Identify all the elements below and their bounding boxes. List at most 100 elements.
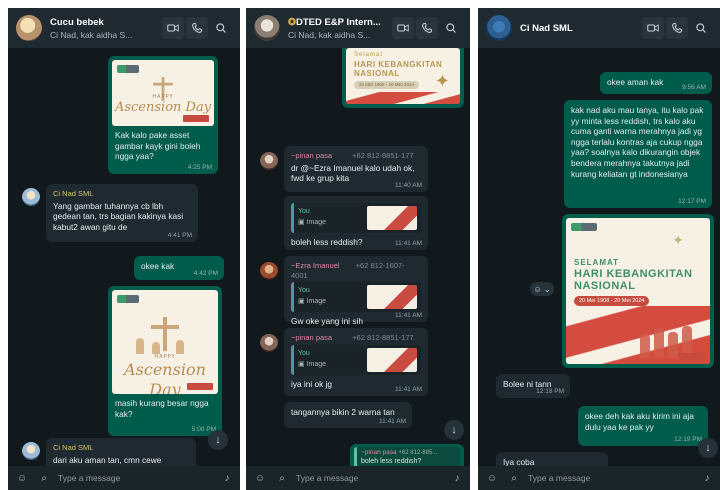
video-call-icon[interactable] [642,17,664,39]
message-text: tangannya bikin 2 warna tan [291,407,395,417]
message-bubble[interactable]: okee aman kak 9:56 AM [600,72,712,94]
message-time: 11:41 AM [395,239,422,247]
search-icon[interactable] [210,17,232,39]
ascension-day-poster[interactable]: HAPPY Ascension Day [112,60,214,126]
poster-selamat: SELAMAT [574,258,620,267]
image-message[interactable]: HAPPY Ascension Day Kak kalo pake asset … [108,56,218,174]
reaction-button[interactable]: ☺ ⌄ [530,282,554,296]
group-avatar[interactable] [254,15,280,41]
poster-date: 20 MEI 1908 - 20 MEI 2024 [354,81,420,89]
ascension-day-poster[interactable]: HAPPY Ascension Day [112,290,218,394]
chat-header-info[interactable]: ✪DTED E&P Intern... Ci Nad, kak aidha S.… [288,17,392,40]
figure-illustration [136,338,144,355]
sender-avatar[interactable] [260,262,278,280]
sender-name: ~Ezra Imanuel +62 812-1607-4001 [291,261,405,280]
chat-header-info[interactable]: Cucu bebek Ci Nad, kak aidha S... [50,17,162,40]
phone-icon[interactable] [416,17,438,39]
contact-avatar[interactable] [486,15,512,41]
message-bubble[interactable]: ~pinan pasa +62 812-8851-177 dr @~Ezra I… [284,146,428,192]
hari-kebangkitan-poster[interactable]: Selamat HARI KEBANGKITAN NASIONAL 20 MEI… [346,48,460,104]
poster-selamat: Selamat [354,52,384,58]
message-bubble[interactable]: ~pinan pasa +62 812-8851-177 You ▣ Image… [284,328,428,396]
hari-kebangkitan-poster[interactable]: ✦ SELAMAT HARI KEBANGKITAN NASIONAL 20 M… [566,218,710,364]
chat-header-info[interactable]: Ci Nad SML [520,23,642,34]
image-message[interactable]: ✦ SELAMAT HARI KEBANGKITAN NASIONAL 20 M… [562,214,714,368]
message-text: masih kurang besar ngga kak? [115,398,209,419]
poster-date: 20 Mei 1908 - 20 Mei 2024 [574,296,650,306]
quote-thumbnail [367,285,417,310]
message-input[interactable]: Type a message [528,473,700,483]
quoted-message[interactable]: You ▣ Image [291,344,421,375]
scroll-down-button[interactable]: ↓ [698,438,718,458]
message-text: kak nad aku mau tanya, itu kalo pak yy m… [571,105,704,179]
quote-type: ▣ Image [298,298,327,306]
message-bubble[interactable]: ~Ezra Imanuel +62 812-1607-4001 You ▣ Im… [284,256,428,326]
image-message[interactable]: Selamat HARI KEBANGKITAN NASIONAL 20 MEI… [342,48,464,108]
microphone-icon[interactable]: ♪ [220,473,234,484]
poster-title-2: NASIONAL [574,280,636,292]
message-list[interactable]: Selamat HARI KEBANGKITAN NASIONAL 20 MEI… [246,48,470,474]
emoji-icon[interactable]: ☺ [14,473,30,484]
image-message[interactable]: HAPPY Ascension Day masih kurang besar n… [108,286,222,436]
message-input[interactable]: Type a message [296,473,450,483]
garuda-icon: ✦ [434,71,450,91]
sender-avatar[interactable] [22,442,40,460]
quoted-message[interactable]: You ▣ Image [291,203,421,233]
message-bubble[interactable]: You ▣ Image boleh less reddish? 11:41 AM [284,196,428,250]
sender-avatar[interactable] [260,334,278,352]
message-time: 12:17 PM [678,197,706,205]
message-bubble[interactable]: okee deh kak aku kirim ini aja dulu yaa … [578,406,708,446]
message-text: okee deh kak aku kirim ini aja dulu yaa … [585,411,694,432]
chat-window-cucu-bebek: Cucu bebek Ci Nad, kak aidha S... HAPPY … [8,8,240,490]
message-bubble[interactable]: Bolee ni tann 12:18 PM [496,374,570,398]
brand-mark [187,383,213,390]
arrow-down-icon: ↓ [215,434,221,446]
video-call-icon[interactable] [162,17,184,39]
message-bubble[interactable]: okee kak 4:42 PM [134,256,224,280]
quote-author: ~pinan pasa +62 812-885... [361,449,438,456]
sender-name: ~pinan pasa +62 812-8851-177 [291,333,414,342]
message-bubble[interactable]: kak nad aku mau tanya, itu kalo pak yy m… [564,100,712,208]
scroll-down-button[interactable]: ↓ [444,420,464,440]
message-time: 9:56 AM [682,83,706,91]
message-composer: ☺ ⌕ Type a message ♪ [246,466,470,490]
message-input[interactable]: Type a message [58,473,220,483]
poster-title-1: HARI KEBANGKITAN [574,268,693,280]
group-emoji-icon: ✪ [288,16,296,28]
search-icon[interactable] [440,17,462,39]
attach-icon[interactable]: ⌕ [506,473,522,484]
quote-thumbnail [367,347,417,372]
arrow-down-icon: ↓ [705,442,711,454]
chat-header: Ci Nad SML [478,8,720,48]
sender-avatar[interactable] [260,152,278,170]
smiley-icon: ☺ ⌄ [533,284,551,294]
quote-author: You [298,287,310,295]
message-list[interactable]: okee aman kak 9:56 AM kak nad aku mau ta… [478,48,720,472]
logo [571,223,597,231]
message-time: 11:41 AM [379,417,406,425]
message-bubble[interactable]: Ci Nad SML Yang gambar tuhannya cb lbh g… [46,184,198,242]
microphone-icon[interactable]: ♪ [450,473,464,484]
video-call-icon[interactable] [392,17,414,39]
attach-icon[interactable]: ⌕ [274,473,290,484]
group-avatar[interactable] [16,15,42,41]
quote-thumbnail [367,206,417,230]
scroll-down-button[interactable]: ↓ [208,430,228,450]
emoji-icon[interactable]: ☺ [252,473,268,484]
figure-illustration [176,340,184,355]
microphone-icon[interactable]: ♪ [700,473,714,484]
emoji-icon[interactable]: ☺ [484,473,500,484]
sender-avatar[interactable] [22,188,40,206]
attach-icon[interactable]: ⌕ [36,473,52,484]
sender-name: ~pinan pasa +62 812-8851-177 [291,151,414,160]
quote-author: You [298,208,310,216]
chat-header: ✪DTED E&P Intern... Ci Nad, kak aidha S.… [246,8,470,48]
message-bubble[interactable]: tangannya bikin 2 warna tan 11:41 AM [284,402,412,428]
message-list[interactable]: HAPPY Ascension Day Kak kalo pake asset … [8,48,240,474]
phone-icon[interactable] [186,17,208,39]
phone-icon[interactable] [666,17,688,39]
chat-title: ✪DTED E&P Intern... [288,16,381,28]
chat-window-dted-intern: ✪DTED E&P Intern... Ci Nad, kak aidha S.… [246,8,470,490]
search-icon[interactable] [690,17,712,39]
quoted-message[interactable]: You ▣ Image [291,282,421,313]
